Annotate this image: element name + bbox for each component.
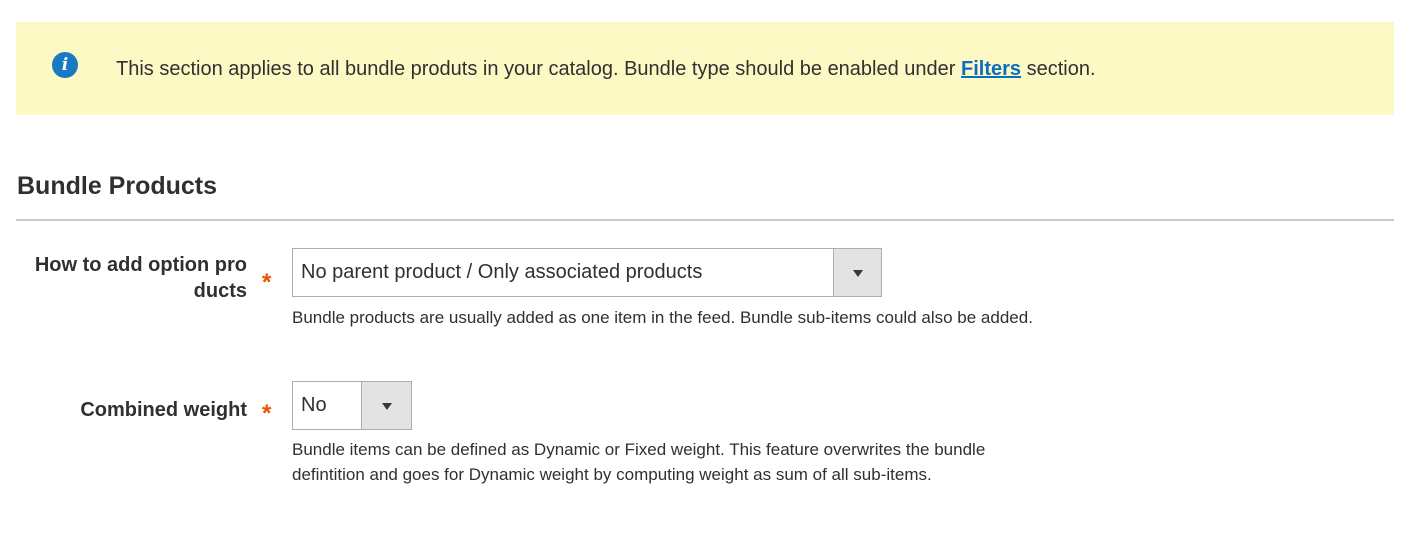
option-products-select-value: No parent product / Only associated prod… <box>301 261 703 283</box>
config-page: i This section applies to all bundle pro… <box>0 0 1410 558</box>
info-icon: i <box>52 52 78 78</box>
option-products-label: How to add option pro ducts <box>35 252 247 304</box>
option-products-note: Bundle products are usually added as one… <box>292 308 1033 327</box>
option-products-required-star: * <box>262 269 272 296</box>
combined-weight-label: Combined weight <box>80 399 247 421</box>
combined-weight-note-line2: defintition and goes for Dynamic weight … <box>292 465 932 484</box>
section-divider <box>16 219 1394 221</box>
combined-weight-note-line1: Bundle items can be defined as Dynamic o… <box>292 440 986 459</box>
notice-message: This section applies to all bundle produ… <box>116 57 1096 81</box>
option-products-select[interactable]: No parent product / Only associated prod… <box>292 248 882 297</box>
chevron-down-icon[interactable] <box>361 382 411 429</box>
chevron-down-icon[interactable] <box>833 249 881 296</box>
section-title: Bundle Products <box>17 172 218 200</box>
notice-text-after: section. <box>1021 58 1096 80</box>
combined-weight-select-value: No <box>301 394 327 416</box>
combined-weight-select[interactable]: No <box>292 381 412 430</box>
combined-weight-required-star: * <box>262 400 272 427</box>
combined-weight-note: Bundle items can be defined as Dynamic o… <box>292 437 985 487</box>
notice-text-before: This section applies to all bundle produ… <box>116 58 962 80</box>
filters-link[interactable]: Filters <box>961 58 1021 80</box>
option-products-label-line1: How to add option pro <box>34 254 247 276</box>
option-products-label-line2: ducts <box>193 280 247 302</box>
